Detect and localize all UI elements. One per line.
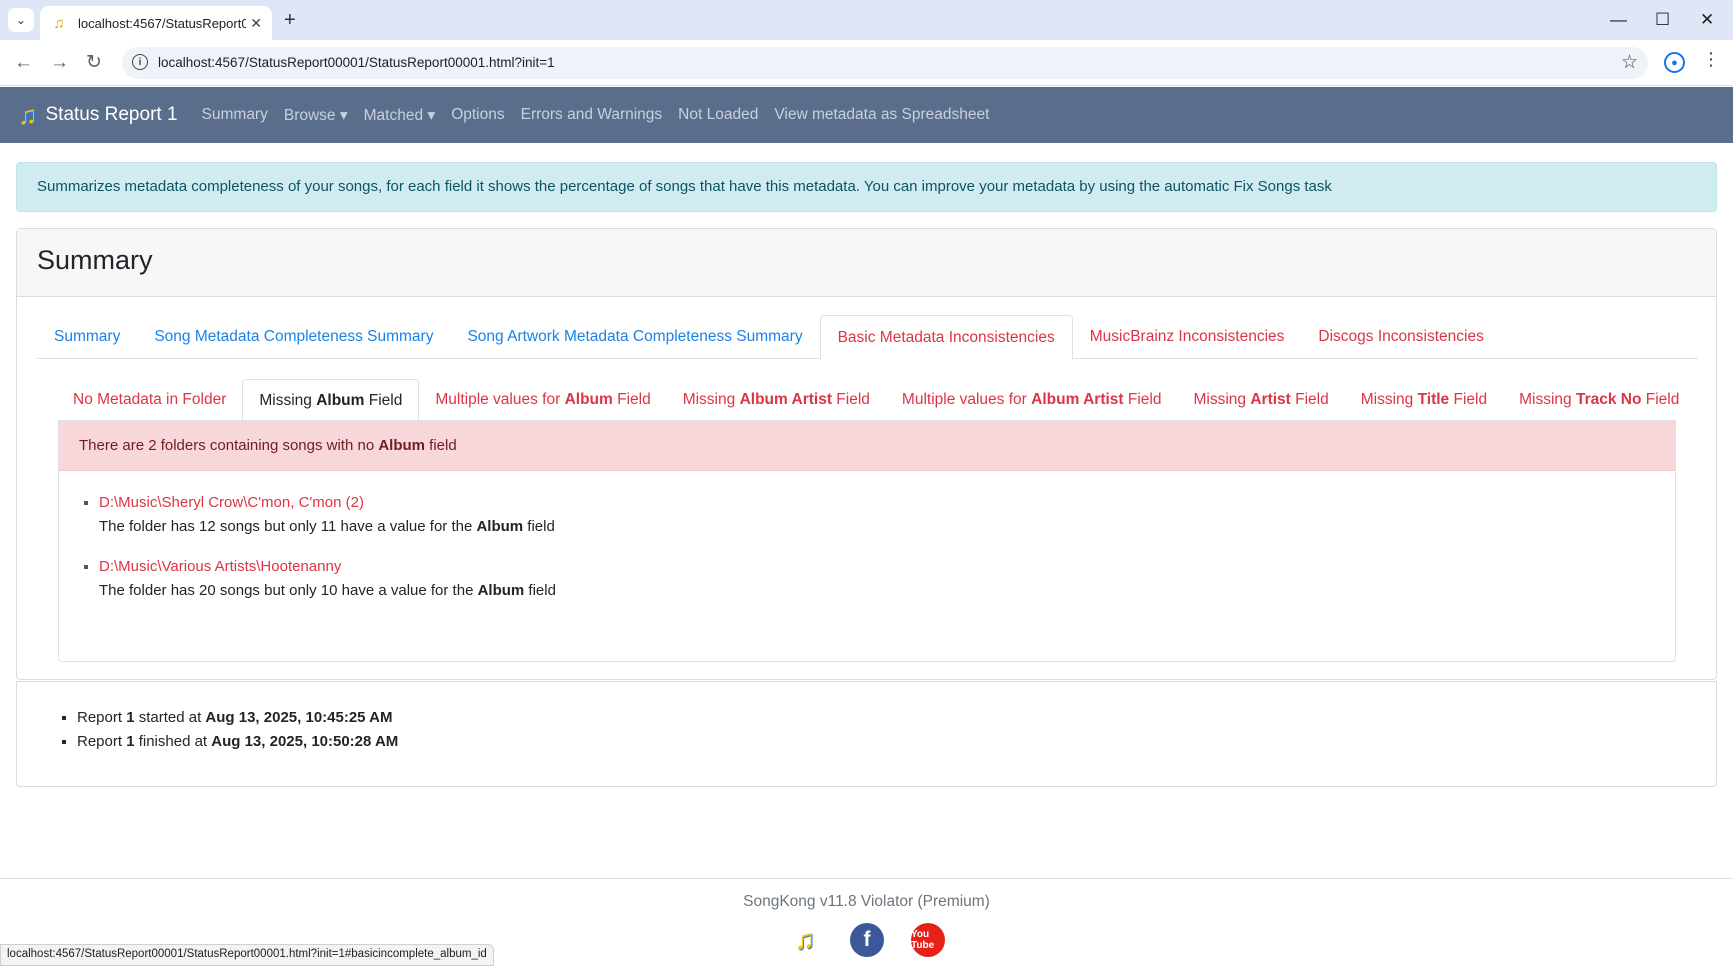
- tab-discogs-inconsistencies[interactable]: Discogs Inconsistencies: [1301, 315, 1500, 359]
- browser-tab[interactable]: ♫ localhost:4567/StatusReport00001/Statu…: [40, 6, 272, 40]
- nav-options[interactable]: Options: [451, 106, 504, 125]
- reload-icon[interactable]: ↻: [86, 51, 102, 75]
- bookmark-star-icon[interactable]: ☆: [1621, 51, 1638, 74]
- folder-link[interactable]: D:\Music\Sheryl Crow\C'mon, C'mon (2): [99, 491, 1675, 515]
- tab-title: localhost:4567/StatusReport00001/StatusR…: [78, 15, 246, 31]
- nav-summary[interactable]: Summary: [202, 106, 268, 125]
- subtab-missing-title[interactable]: Missing Title Field: [1345, 379, 1503, 421]
- sub-tabs: No Metadata in Folder Missing Album Fiel…: [57, 379, 1679, 421]
- main-tabs: Summary Song Metadata Completeness Summa…: [37, 315, 1698, 360]
- new-tab-icon[interactable]: +: [284, 8, 296, 32]
- subtab-missing-album-artist[interactable]: Missing Album Artist Field: [667, 379, 886, 421]
- window-close-icon[interactable]: ✕: [1700, 8, 1714, 32]
- list-item: D:\Music\Sheryl Crow\C'mon, C'mon (2) Th…: [99, 491, 1675, 539]
- nav-links: Summary Browse ▾ Matched ▾ Options Error…: [202, 106, 1006, 125]
- folder-description: The folder has 12 songs but only 11 have…: [99, 518, 555, 535]
- info-alert: Summarizes metadata completeness of your…: [16, 162, 1717, 212]
- summary-card: Summary Summary Song Metadata Completene…: [16, 228, 1717, 680]
- version-text: SongKong v11.8 Violator (Premium): [743, 893, 990, 910]
- folder-description: The folder has 20 songs but only 10 have…: [99, 582, 556, 599]
- status-bar-url: localhost:4567/StatusReport00001/StatusR…: [0, 944, 494, 966]
- page-title: Summary: [37, 245, 153, 275]
- nav-spreadsheet[interactable]: View metadata as Spreadsheet: [774, 106, 989, 125]
- info-icon[interactable]: i: [132, 54, 148, 70]
- close-icon[interactable]: ✕: [250, 15, 262, 32]
- back-icon[interactable]: ←: [14, 51, 33, 75]
- address-bar[interactable]: i localhost:4567/StatusReport00001/Statu…: [122, 47, 1648, 79]
- tab-musicbrainz-inconsistencies[interactable]: MusicBrainz Inconsistencies: [1073, 315, 1302, 359]
- subtab-multiple-album[interactable]: Multiple values for Album Field: [419, 379, 666, 421]
- tab-basic-metadata-inconsistencies[interactable]: Basic Metadata Inconsistencies: [819, 315, 1073, 360]
- profile-icon[interactable]: ●: [1664, 52, 1685, 73]
- subtab-missing-artist[interactable]: Missing Artist Field: [1177, 379, 1344, 421]
- report-finished: Report 1 finished at Aug 13, 2025, 10:50…: [77, 730, 1716, 754]
- subtab-missing-album[interactable]: Missing Album Field: [242, 379, 420, 421]
- report-timing-card: Report 1 started at Aug 13, 2025, 10:45:…: [16, 681, 1717, 787]
- report-timing-list: Report 1 started at Aug 13, 2025, 10:45:…: [77, 706, 1716, 754]
- menu-dots-icon[interactable]: ⋮: [1702, 49, 1720, 70]
- browser-tabstrip: ⌄ ♫ localhost:4567/StatusReport00001/Sta…: [0, 0, 1733, 40]
- subtab-panel: There are 2 folders containing songs wit…: [58, 420, 1676, 662]
- brand[interactable]: ♫ Status Report 1: [18, 100, 178, 131]
- music-note-icon[interactable]: ♫: [788, 923, 822, 957]
- minimize-icon[interactable]: —: [1610, 8, 1627, 32]
- subtab-missing-track-no[interactable]: Missing Track No Field: [1503, 379, 1695, 421]
- forward-icon[interactable]: →: [50, 51, 69, 75]
- nav-matched[interactable]: Matched ▾: [364, 106, 436, 125]
- maximize-icon[interactable]: ☐: [1655, 8, 1670, 32]
- list-item: D:\Music\Various Artists\Hootenanny The …: [99, 555, 1675, 603]
- music-note-icon: ♫: [53, 14, 65, 32]
- folder-list: D:\Music\Sheryl Crow\C'mon, C'mon (2) Th…: [99, 491, 1675, 603]
- card-header: Summary: [17, 229, 1716, 297]
- songkong-logo-icon: ♫: [18, 99, 38, 130]
- tab-search-icon[interactable]: ⌄: [8, 8, 34, 32]
- nav-browse[interactable]: Browse ▾: [284, 106, 348, 125]
- tab-summary[interactable]: Summary: [37, 315, 137, 359]
- nav-not-loaded[interactable]: Not Loaded: [678, 106, 758, 125]
- brand-name: Status Report 1: [45, 104, 178, 125]
- app-navbar: ♫ Status Report 1 Summary Browse ▾ Match…: [0, 87, 1733, 143]
- tab-song-artwork-completeness[interactable]: Song Artwork Metadata Completeness Summa…: [450, 315, 819, 359]
- folder-link[interactable]: D:\Music\Various Artists\Hootenanny: [99, 555, 1675, 579]
- subtab-no-metadata-in-folder[interactable]: No Metadata in Folder: [57, 379, 242, 421]
- report-started: Report 1 started at Aug 13, 2025, 10:45:…: [77, 706, 1716, 730]
- nav-errors-warnings[interactable]: Errors and Warnings: [521, 106, 663, 125]
- tab-song-metadata-completeness[interactable]: Song Metadata Completeness Summary: [137, 315, 450, 359]
- subtab-multiple-album-artist[interactable]: Multiple values for Album Artist Field: [886, 379, 1178, 421]
- browser-toolbar: ← → ↻ i localhost:4567/StatusReport00001…: [0, 40, 1733, 86]
- danger-alert: There are 2 folders containing songs wit…: [59, 421, 1675, 471]
- url-text[interactable]: localhost:4567/StatusReport00001/StatusR…: [158, 55, 555, 70]
- facebook-icon[interactable]: f: [850, 923, 884, 957]
- youtube-icon[interactable]: You Tube: [911, 923, 945, 957]
